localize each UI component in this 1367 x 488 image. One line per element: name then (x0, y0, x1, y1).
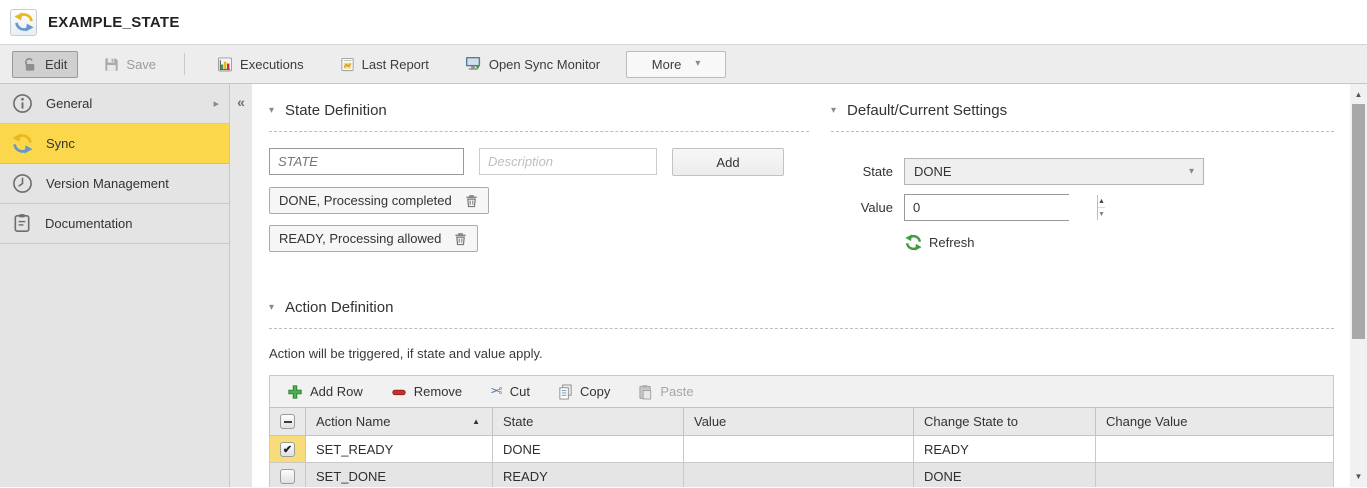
page-title: EXAMPLE_STATE (48, 14, 180, 31)
sidebar-item-sync[interactable]: Sync (0, 124, 229, 164)
cut-button[interactable]: ✂ Cut (490, 384, 530, 399)
vertical-scrollbar[interactable]: ▲ ▼ (1350, 84, 1367, 487)
column-header-change-value[interactable]: Change Value (1096, 408, 1334, 436)
content-area: ▾ State Definition Add DONE, Processing … (252, 84, 1350, 487)
collapse-sidebar-icon[interactable]: « (230, 94, 252, 110)
main-toolbar: Edit Save Executions (0, 45, 1367, 84)
refresh-button[interactable]: Refresh (905, 234, 975, 251)
state-label: State (831, 164, 893, 179)
column-header-state[interactable]: State (493, 408, 684, 436)
scroll-up-icon[interactable]: ▲ (1350, 86, 1367, 103)
state-chip: DONE, Processing completed (269, 187, 489, 214)
table-toolbar: Add Row Remove ✂ Cut (269, 375, 1334, 407)
column-header-action-name[interactable]: Action Name ▲ (306, 408, 493, 436)
info-icon (12, 93, 33, 114)
document-icon (12, 213, 32, 234)
minus-icon (391, 384, 407, 400)
toolbar-separator (184, 53, 185, 75)
column-header-value[interactable]: Value (684, 408, 914, 436)
sort-ascending-icon: ▲ (472, 417, 480, 426)
plus-icon (287, 384, 303, 400)
section-title: State Definition (285, 102, 387, 119)
clock-icon (12, 173, 33, 194)
scrollbar-thumb[interactable] (1352, 104, 1365, 339)
edit-button[interactable]: Edit (12, 51, 78, 78)
collapse-triangle-icon[interactable]: ▾ (831, 105, 836, 116)
app-sync-logo-icon (10, 9, 37, 36)
trash-icon[interactable] (465, 194, 478, 208)
sidebar-item-documentation[interactable]: Documentation (0, 204, 229, 244)
spin-down-icon[interactable]: ▼ (1098, 207, 1105, 220)
column-header-change-state-to[interactable]: Change State to (914, 408, 1096, 436)
save-button[interactable]: Save (94, 51, 166, 78)
sync-icon (12, 133, 33, 154)
action-definition-section: ▾ Action Definition Action will be trigg… (269, 299, 1334, 487)
table-row[interactable]: SET_DONE READY DONE (270, 463, 1334, 488)
add-button[interactable]: Add (672, 148, 784, 176)
section-title: Action Definition (285, 299, 393, 316)
copy-icon (558, 384, 573, 400)
collapse-triangle-icon[interactable]: ▾ (269, 105, 274, 116)
trash-icon[interactable] (454, 232, 467, 246)
action-table: Action Name ▲ State Value Change State t… (269, 407, 1334, 487)
state-definition-panel: ▾ State Definition Add DONE, Processing … (269, 102, 809, 252)
bar-chart-icon (217, 57, 233, 72)
paste-button[interactable]: Paste (638, 384, 693, 400)
chevron-down-icon: ▾ (1189, 167, 1194, 177)
state-chip: READY, Processing allowed (269, 225, 478, 252)
add-row-button[interactable]: Add Row (287, 384, 363, 400)
executions-button[interactable]: Executions (207, 51, 314, 78)
collapse-triangle-icon[interactable]: ▾ (269, 302, 274, 313)
title-bar: EXAMPLE_STATE (0, 0, 1367, 45)
more-dropdown-button[interactable]: More ▾ (626, 51, 726, 78)
description-input[interactable] (479, 148, 657, 175)
value-input[interactable] (905, 195, 1097, 220)
open-sync-monitor-button[interactable]: Open Sync Monitor (455, 51, 610, 78)
sidebar-item-general[interactable]: General ▸ (0, 84, 229, 124)
spin-up-icon[interactable]: ▲ (1098, 195, 1105, 207)
table-header-row: Action Name ▲ State Value Change State t… (270, 408, 1334, 436)
state-select[interactable]: DONE ▾ (904, 158, 1204, 185)
sidebar-item-version-management[interactable]: Version Management (0, 164, 229, 204)
row-checkbox[interactable] (280, 442, 295, 457)
save-floppy-icon (104, 57, 119, 72)
action-hint-text: Action will be triggered, if state and v… (269, 346, 1334, 361)
scroll-down-icon[interactable]: ▼ (1350, 468, 1367, 485)
scissors-icon: ✂ (490, 384, 503, 399)
chevron-down-icon: ▾ (695, 59, 700, 69)
paste-icon (638, 384, 653, 400)
select-all-checkbox[interactable] (280, 414, 295, 429)
value-spinner: ▲ ▼ (904, 194, 1069, 221)
unlock-icon (23, 57, 38, 72)
monitor-icon (465, 56, 482, 72)
table-row[interactable]: SET_READY DONE READY (270, 436, 1334, 463)
last-report-button[interactable]: Last Report (330, 51, 439, 78)
sidebar: General ▸ Sync Version Managemen (0, 84, 230, 487)
chevron-right-icon: ▸ (213, 97, 219, 110)
refresh-icon (905, 234, 922, 251)
remove-button[interactable]: Remove (391, 384, 462, 400)
value-label: Value (831, 200, 893, 215)
report-icon (340, 57, 355, 72)
settings-panel: ▾ Default/Current Settings State DONE ▾ … (831, 102, 1334, 252)
copy-button[interactable]: Copy (558, 384, 610, 400)
sidebar-collapse-strip: « (230, 84, 252, 487)
section-title: Default/Current Settings (847, 102, 1007, 119)
row-checkbox[interactable] (280, 469, 295, 484)
state-input[interactable] (269, 148, 464, 175)
